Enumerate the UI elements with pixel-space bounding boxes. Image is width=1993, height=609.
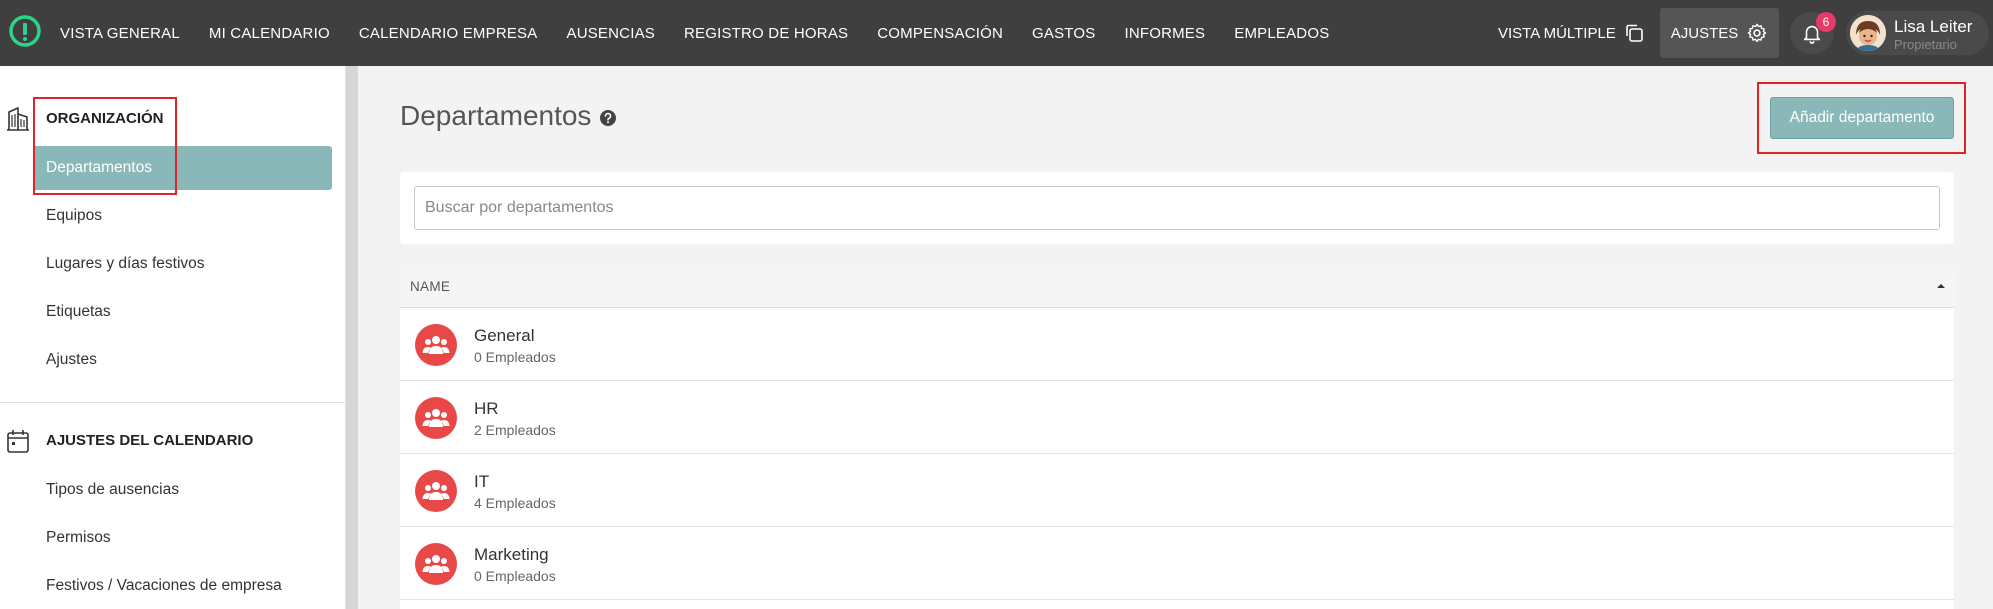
calendar-icon <box>7 430 29 453</box>
department-name: General <box>474 326 535 345</box>
departments-table: NAME General 0 Empleados HR 2 Empleados … <box>400 265 1954 609</box>
sidebar-item-permisos[interactable]: Permisos <box>33 516 332 560</box>
search-input[interactable] <box>414 186 1940 230</box>
settings-button[interactable]: AJUSTES <box>1660 8 1779 58</box>
sidebar-item-tipos-ausencias[interactable]: Tipos de ausencias <box>33 468 332 512</box>
table-row[interactable]: HR 2 Empleados <box>400 381 1954 454</box>
nav-ausencias[interactable]: AUSENCIAS <box>566 25 655 42</box>
table-row[interactable]: Marketing 0 Empleados <box>400 527 1954 600</box>
nav-informes[interactable]: INFORMES <box>1124 25 1205 42</box>
copy-icon <box>1626 24 1643 42</box>
multi-view-button[interactable]: VISTA MÚLTIPLE <box>1498 0 1644 66</box>
user-menu[interactable]: Lisa Leiter Propietario <box>1846 11 1989 55</box>
nav-registro-de-horas[interactable]: REGISTRO DE HORAS <box>684 25 848 42</box>
avatar <box>1850 15 1886 51</box>
nav-empleados[interactable]: EMPLEADOS <box>1234 25 1329 42</box>
table-row[interactable]: IT 4 Empleados <box>400 454 1954 527</box>
sidebar-scrollbar[interactable] <box>346 66 358 609</box>
sidebar-item-equipos[interactable]: Equipos <box>33 194 332 238</box>
multi-view-label: VISTA MÚLTIPLE <box>1498 24 1616 42</box>
nav-calendario-empresa[interactable]: CALENDARIO EMPRESA <box>359 25 538 42</box>
department-employee-count: 2 Empleados <box>474 422 556 438</box>
sidebar-item-departamentos[interactable]: Departamentos <box>33 146 332 190</box>
main-nav: VISTA GENERAL MI CALENDARIO CALENDARIO E… <box>60 0 1358 66</box>
sidebar-divider <box>0 402 346 403</box>
sidebar-section-title-ajustes-calendario: AJUSTES DEL CALENDARIO <box>46 432 254 449</box>
sidebar-section-title-organizacion: ORGANIZACIÓN <box>46 110 164 127</box>
building-icon <box>7 107 29 131</box>
department-name: Marketing <box>474 545 549 564</box>
sidebar-item-etiquetas[interactable]: Etiquetas <box>33 290 332 334</box>
nav-vista-general[interactable]: VISTA GENERAL <box>60 25 180 42</box>
page-title-text: Departamentos <box>400 100 592 131</box>
user-role: Propietario <box>1894 37 1957 52</box>
page-title: Departamentos <box>400 100 617 132</box>
sort-ascending-icon[interactable] <box>1936 283 1946 289</box>
sidebar-item-ajustes[interactable]: Ajustes <box>33 338 332 382</box>
sidebar-item-festivos[interactable]: Festivos / Vacaciones de empresa <box>33 564 332 608</box>
notification-count-badge: 6 <box>1816 12 1836 32</box>
table-row[interactable]: General 0 Empleados <box>400 308 1954 381</box>
table-header[interactable]: NAME <box>400 265 1954 308</box>
nav-compensacion[interactable]: COMPENSACIÓN <box>877 25 1003 42</box>
department-employee-count: 4 Empleados <box>474 495 556 511</box>
department-group-icon <box>415 397 457 439</box>
nav-mi-calendario[interactable]: MI CALENDARIO <box>209 25 330 42</box>
column-header-name[interactable]: NAME <box>410 279 450 294</box>
department-employee-count: 0 Empleados <box>474 349 556 365</box>
department-name: HR <box>474 399 499 418</box>
avatar-face-icon <box>1850 15 1886 51</box>
department-group-icon <box>415 543 457 585</box>
nav-gastos[interactable]: GASTOS <box>1032 25 1095 42</box>
settings-label: AJUSTES <box>1670 24 1739 42</box>
department-name: IT <box>474 472 490 491</box>
user-name: Lisa Leiter <box>1894 17 1973 36</box>
search-card <box>400 172 1954 244</box>
department-group-icon <box>415 470 457 512</box>
gear-icon <box>1747 23 1767 43</box>
app-logo-icon[interactable] <box>8 14 42 48</box>
help-icon[interactable] <box>599 109 617 127</box>
top-navigation-bar: VISTA GENERAL MI CALENDARIO CALENDARIO E… <box>0 0 1993 66</box>
settings-sidebar: ORGANIZACIÓN Departamentos Equipos Lugar… <box>0 66 346 609</box>
department-group-icon <box>415 324 457 366</box>
department-employee-count: 0 Empleados <box>474 568 556 584</box>
add-department-button[interactable]: Añadir departamento <box>1770 97 1954 139</box>
sidebar-item-lugares[interactable]: Lugares y días festivos <box>33 242 332 286</box>
